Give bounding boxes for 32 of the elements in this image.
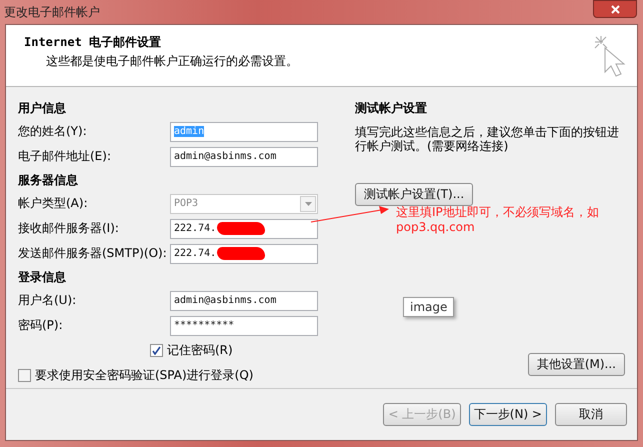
checkbox-label: 要求使用安全密码验证(SPA)进行登录(Q) [35, 367, 254, 384]
close-icon [610, 4, 620, 14]
window-title: 更改电子邮件帐户 [4, 4, 100, 20]
field-label: 密码(P): [18, 317, 64, 334]
footer-button[interactable]: 下一步(N) > [468, 403, 547, 426]
checkbox[interactable] [150, 344, 163, 357]
test-description: 填写完此这些信息之后，建议您单击下面的按钮进行帐户测试。(需要网络连接) [355, 125, 620, 153]
section-heading: 服务器信息 [18, 172, 79, 188]
field-label: 您的姓名(Y): [18, 123, 88, 140]
more-settings-button[interactable]: 其他设置(M)... [528, 353, 625, 376]
header-title: Internet 电子邮件设置 [24, 34, 162, 51]
footer-button[interactable]: 取消 [555, 403, 627, 426]
field-label: 用户名(U): [18, 292, 78, 309]
section-heading: 用户信息 [18, 100, 67, 116]
input-field[interactable]: 222.74. [170, 218, 318, 238]
field-label: 电子邮件地址(E): [18, 148, 112, 165]
field-label: 接收邮件服务器(I): [18, 220, 120, 237]
field-label: 发送邮件服务器(SMTP)(O): [18, 245, 168, 262]
checkbox-label: 记住密码(R) [167, 342, 233, 359]
input-field[interactable]: admin@asbinms.com [170, 146, 318, 166]
checkbox[interactable] [18, 369, 31, 382]
field-label: 帐户类型(A): [18, 195, 89, 212]
test-account-button[interactable]: 测试帐户设置(T)... [355, 183, 474, 206]
section-heading: 测试帐户设置 [355, 100, 428, 116]
input-field[interactable]: admin@asbinms.com [170, 290, 318, 310]
input-field[interactable]: 222.74. [170, 244, 318, 264]
annotation-note: 这里填IP地址即可，不必须写域名，如pop3.qq.com [396, 205, 600, 235]
image-tooltip: image [403, 297, 454, 317]
close-button[interactable] [593, 0, 637, 18]
section-heading: 登录信息 [18, 268, 67, 286]
header-subtitle: 这些都是使电子邮件帐户正确运行的必需设置。 [46, 53, 298, 70]
input-field[interactable]: ********** [170, 316, 318, 336]
